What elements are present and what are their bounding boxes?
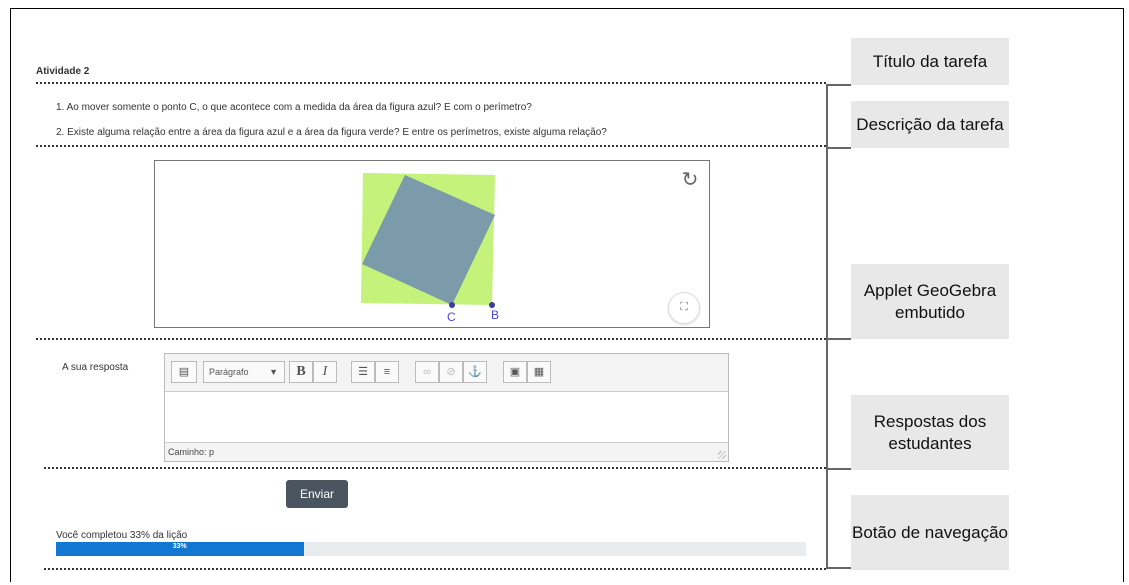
bracket-tick [826, 147, 851, 149]
point-b-label: B [491, 308, 500, 322]
media-icon[interactable]: ▦ [527, 361, 551, 383]
progress-bar-text: 33% [172, 543, 187, 550]
annotation-navigation-button: Botão de navegação [851, 495, 1009, 570]
progress-bar: 33% [56, 542, 806, 556]
editor-toolbar: ▤ Parágrafo ▼ B I ☰ ≡ ∞ ⊘ ⚓ ▣ ▦ [165, 354, 728, 392]
annotation-task-title: Título da tarefa [851, 38, 1009, 85]
point-c-label: C [447, 310, 456, 324]
bracket-tick [826, 567, 851, 569]
bracket-tick [826, 468, 851, 470]
refresh-icon[interactable]: ↻ [679, 169, 701, 191]
point-c[interactable] [449, 302, 455, 308]
image-icon[interactable]: ▣ [503, 361, 527, 383]
divider-applet [36, 338, 826, 340]
paragraph-select[interactable]: Parágrafo ▼ [203, 361, 285, 383]
divider-description [36, 145, 826, 147]
divider-bottom [44, 568, 826, 570]
answer-editor: ▤ Parágrafo ▼ B I ☰ ≡ ∞ ⊘ ⚓ ▣ ▦ Caminho: … [164, 353, 729, 462]
resize-grip-icon[interactable] [718, 451, 726, 459]
editor-path: Caminho: p [165, 442, 728, 461]
annotation-student-answers: Respostas dos estudantes [851, 395, 1009, 470]
numbered-list-icon[interactable]: ≡ [375, 361, 399, 383]
annotation-task-description: Descrição da tarefa [851, 101, 1009, 148]
progress-label: Você completou 33% da lição [56, 530, 188, 541]
italic-button[interactable]: I [313, 361, 337, 383]
anchor-icon[interactable]: ⚓ [463, 361, 487, 383]
activity-title: Atividade 2 [36, 66, 90, 77]
unlink-icon[interactable]: ⊘ [439, 361, 463, 383]
bold-button[interactable]: B [289, 361, 313, 383]
question-1: 1. Ao mover somente o ponto C, o que aco… [56, 102, 532, 113]
geogebra-applet[interactable]: C B ↻ ⛶ [154, 160, 710, 328]
link-icon[interactable]: ∞ [415, 361, 439, 383]
submit-button[interactable]: Enviar [286, 480, 348, 508]
bullet-list-icon[interactable]: ☰ [351, 361, 375, 383]
annotation-bracket [826, 84, 828, 569]
geometry-canvas[interactable] [155, 161, 710, 328]
annotation-geogebra-applet: Applet GeoGebra embutido [851, 264, 1009, 339]
divider-title [36, 82, 826, 84]
bracket-tick [826, 84, 851, 86]
chevron-down-icon: ▼ [269, 367, 278, 377]
paragraph-select-label: Parágrafo [209, 367, 249, 377]
question-2: 2. Existe alguma relação entre a área da… [56, 127, 607, 138]
bracket-tick [826, 338, 851, 340]
answer-textarea[interactable] [165, 392, 728, 442]
toolbar-toggle-icon[interactable]: ▤ [171, 361, 197, 383]
fullscreen-icon[interactable]: ⛶ [668, 292, 700, 324]
editor-path-label: Caminho: p [168, 447, 215, 457]
progress-fill: 33% [56, 542, 304, 556]
divider-answer [44, 467, 826, 469]
answer-label: A sua resposta [62, 362, 129, 373]
